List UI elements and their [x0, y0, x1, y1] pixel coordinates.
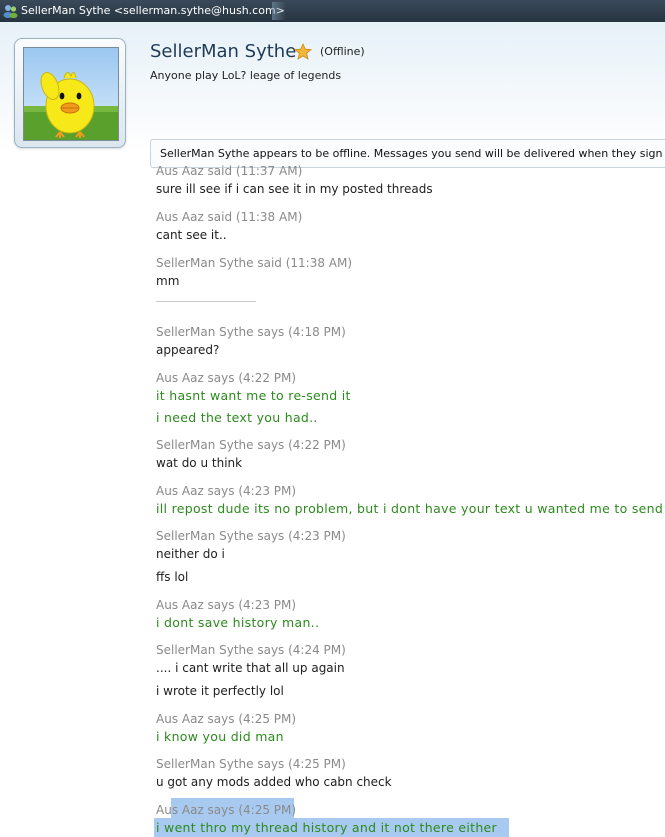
message-header: SellerMan Sythe says (4:23 PM) — [156, 529, 346, 543]
message-text: neither do i — [156, 547, 225, 561]
message-text: wat do u think — [156, 456, 243, 470]
message-header: Aus Aaz said (11:38 AM) — [156, 210, 303, 224]
message-header: SellerMan Sythe says (4:24 PM) — [156, 643, 346, 657]
message-text: u got any mods added who cabn check — [156, 775, 392, 789]
message-text: sure ill see if i can see it in my poste… — [156, 182, 433, 196]
conversation-history[interactable]: Aus Aaz said (11:37 AM) sure ill see if … — [0, 0, 665, 837]
session-divider — [156, 301, 256, 302]
message-header: Aus Aaz says (4:25 PM) — [156, 803, 297, 817]
message-text: i know you did man — [156, 729, 284, 744]
message-header: Aus Aaz says (4:23 PM) — [156, 598, 297, 612]
message-text: i went thro my thread history and it not… — [156, 820, 497, 835]
message-header: Aus Aaz said (11:37 AM) — [156, 164, 303, 178]
message-text: i wrote it perfectly lol — [156, 684, 284, 698]
message-text: i need the text you had.. — [156, 410, 318, 425]
message-text: it hasnt want me to re-send it — [156, 388, 351, 403]
message-text: mm — [156, 274, 180, 288]
message-text: cant see it.. — [156, 228, 227, 242]
message-header: SellerMan Sythe said (11:38 AM) — [156, 256, 353, 270]
message-text: i dont save history man.. — [156, 615, 320, 630]
message-header: Aus Aaz says (4:22 PM) — [156, 371, 297, 385]
message-text: ffs lol — [156, 570, 189, 584]
message-text: ill repost dude its no problem, but i do… — [156, 501, 664, 516]
message-header: Aus Aaz says (4:23 PM) — [156, 484, 297, 498]
message-header: SellerMan Sythe says (4:25 PM) — [156, 757, 346, 771]
message-header: SellerMan Sythe says (4:22 PM) — [156, 438, 346, 452]
message-text: .... i cant write that all up again — [156, 661, 345, 675]
message-text: appeared? — [156, 343, 220, 357]
message-header: Aus Aaz says (4:25 PM) — [156, 712, 297, 726]
message-header: SellerMan Sythe says (4:18 PM) — [156, 325, 346, 339]
